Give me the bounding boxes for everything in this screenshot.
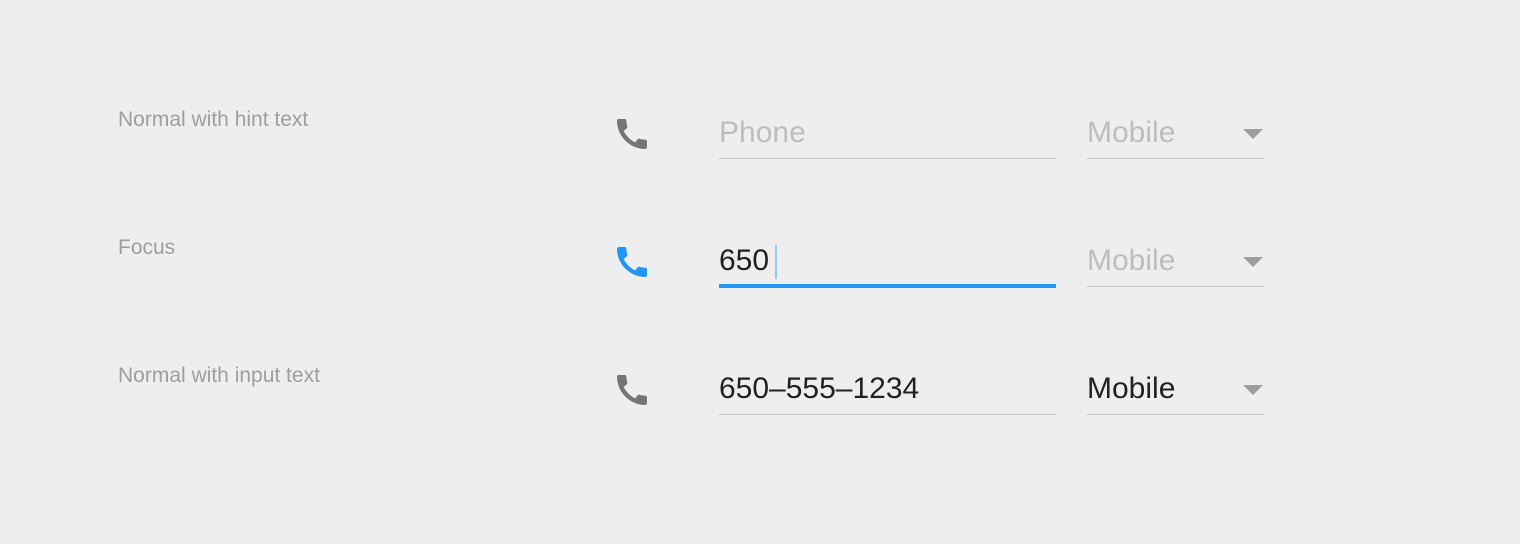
phone-field-row-filled: Normal with input text Mobile [0,362,1520,490]
phone-type-underline [1087,414,1264,415]
phone-icon [612,370,652,410]
dropdown-arrow-icon [1243,385,1263,395]
phone-input-underline-focused [719,284,1056,288]
phone-icon [612,242,652,282]
phone-type-value: Mobile [1087,244,1176,277]
phone-type-value: Mobile [1087,116,1176,149]
phone-field-row-hint: Normal with hint text Mobile [0,106,1520,234]
phone-type-select[interactable]: Mobile [1087,109,1264,161]
phone-type-underline [1087,158,1264,159]
phone-input-underline [719,414,1056,415]
phone-input[interactable] [719,237,1056,285]
phone-input-underline [719,158,1056,159]
phone-type-value: Mobile [1087,372,1176,405]
phone-type-select[interactable]: Mobile [1087,237,1264,289]
dropdown-arrow-icon [1243,257,1263,267]
dropdown-arrow-icon [1243,129,1263,139]
phone-icon [612,114,652,154]
phone-field [719,109,1056,161]
row-label: Normal with hint text [118,108,309,131]
row-label: Normal with input text [118,364,320,387]
row-label: Focus [118,236,176,259]
phone-type-underline [1087,286,1264,287]
phone-field [719,237,1056,289]
text-cursor [775,245,777,279]
phone-field-row-focus: Focus Mobile [0,234,1520,362]
phone-type-select[interactable]: Mobile [1087,365,1264,417]
phone-field [719,365,1056,417]
phone-input[interactable] [719,365,1056,413]
phone-input[interactable] [719,109,1056,157]
